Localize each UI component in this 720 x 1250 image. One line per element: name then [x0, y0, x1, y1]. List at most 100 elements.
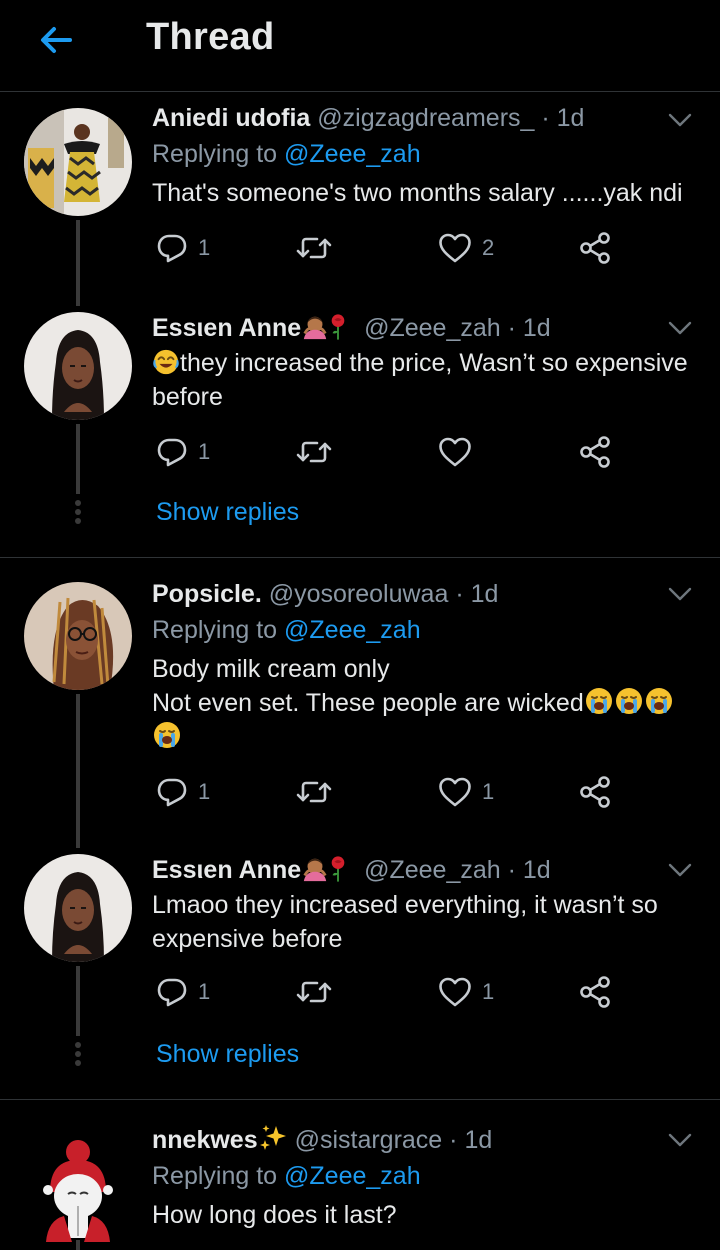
tweet[interactable]: Aniedi udofia @zigzagdreamers_ · 1d Repl…: [0, 100, 720, 306]
person-emoji-icon: [301, 313, 329, 341]
avatar[interactable]: [24, 1134, 132, 1242]
retweet-button[interactable]: [296, 972, 332, 1012]
replying-to: Replying to @Zeee_zah: [152, 612, 421, 648]
retweet-button[interactable]: [296, 432, 332, 472]
show-replies-link[interactable]: Show replies: [156, 1040, 299, 1069]
tweet[interactable]: nnekwes @sistargrace · 1d Replying to @Z…: [0, 1122, 720, 1250]
timestamp[interactable]: 1d: [523, 314, 551, 342]
display-name[interactable]: Essιen Anne: [152, 314, 347, 342]
user-handle[interactable]: @yosoreoluwaa: [269, 580, 449, 608]
replying-to: Replying to @Zeee_zah: [152, 1158, 421, 1194]
user-handle[interactable]: @sistargrace: [295, 1126, 443, 1154]
tweet-header: Essιen Anne @Zeee_zah · 1d: [152, 310, 551, 346]
tweet-actions: 1: [152, 432, 622, 472]
retweet-icon: [296, 776, 332, 808]
like-button[interactable]: 2: [438, 228, 494, 268]
like-button[interactable]: 1: [438, 972, 494, 1012]
retweet-icon: [296, 232, 332, 264]
reply-button[interactable]: 1: [156, 772, 210, 812]
display-name[interactable]: Popsicle.: [152, 580, 262, 608]
heart-icon: [438, 232, 472, 264]
avatar[interactable]: [24, 854, 132, 962]
tweet-text: Body milk cream only Not even set. These…: [152, 652, 697, 754]
separator-dot: ·: [507, 856, 516, 884]
replying-to-label: Replying to: [152, 1162, 278, 1190]
divider: [0, 1099, 720, 1100]
share-button[interactable]: [578, 772, 612, 812]
thread-more-dots: [75, 500, 81, 527]
display-name[interactable]: Essιen Anne: [152, 856, 347, 884]
share-button[interactable]: [578, 972, 612, 1012]
retweet-icon: [296, 436, 332, 468]
timestamp[interactable]: 1d: [557, 104, 585, 132]
separator-dot: ·: [507, 314, 516, 342]
mention-link[interactable]: @Zeee_zah: [284, 140, 421, 168]
share-button[interactable]: [578, 432, 612, 472]
sob-emoji-icon: [644, 686, 674, 716]
separator-dot: ·: [541, 104, 550, 132]
person-emoji-icon: [301, 855, 329, 883]
display-name[interactable]: Aniedi udofia: [152, 104, 310, 132]
reply-icon: [156, 776, 188, 808]
tweet-actions: 1 2: [152, 228, 622, 268]
user-handle[interactable]: @Zeee_zah: [364, 856, 501, 884]
like-count: 1: [482, 979, 495, 1004]
tweet-text: they increased the price, Wasn’t so expe…: [152, 348, 688, 411]
like-count: 1: [482, 779, 495, 804]
avatar[interactable]: [24, 108, 132, 216]
show-replies-link[interactable]: Show replies: [156, 498, 299, 527]
like-button[interactable]: 1: [438, 772, 494, 812]
share-button[interactable]: [578, 228, 612, 268]
avatar[interactable]: [24, 312, 132, 420]
tweet-text: How long does it last?: [152, 1201, 397, 1229]
separator-dot: ·: [449, 1126, 458, 1154]
tweet[interactable]: Essιen Anne @Zeee_zah · 1d they increase…: [0, 310, 720, 550]
reply-button[interactable]: 1: [156, 432, 210, 472]
chevron-down-icon[interactable]: [666, 1126, 694, 1154]
like-button[interactable]: [438, 432, 472, 472]
tweet-header: Essιen Anne @Zeee_zah · 1d: [152, 852, 551, 888]
mention-link[interactable]: @Zeee_zah: [284, 1162, 421, 1190]
retweet-button[interactable]: [296, 772, 332, 812]
heart-icon: [438, 436, 472, 468]
replying-to-label: Replying to: [152, 616, 278, 644]
user-handle[interactable]: @zigzagdreamers_: [317, 104, 534, 132]
reply-button[interactable]: 1: [156, 972, 210, 1012]
timestamp[interactable]: 1d: [464, 1126, 492, 1154]
thread-connector: [76, 694, 80, 848]
tweet[interactable]: Essιen Anne @Zeee_zah · 1d Lmaoo they in…: [0, 852, 720, 1092]
share-icon: [578, 775, 612, 809]
tweet-header: Popsicle. @yosoreoluwaa · 1d: [152, 576, 498, 612]
mention-link[interactable]: @Zeee_zah: [284, 616, 421, 644]
share-icon: [578, 975, 612, 1009]
joy-emoji-icon: [152, 348, 180, 376]
separator-dot: ·: [455, 580, 464, 608]
avatar[interactable]: [24, 582, 132, 690]
chevron-down-icon[interactable]: [666, 580, 694, 608]
user-handle[interactable]: @Zeee_zah: [364, 314, 501, 342]
rose-emoji-icon: [329, 855, 347, 883]
retweet-button[interactable]: [296, 228, 332, 268]
arrow-left-icon: [41, 27, 72, 53]
chevron-down-icon[interactable]: [666, 314, 694, 342]
timestamp[interactable]: 1d: [471, 580, 499, 608]
reply-count: 1: [198, 979, 211, 1004]
page-title: Thread: [146, 16, 275, 58]
top-app-bar: Thread: [0, 0, 720, 92]
display-name[interactable]: nnekwes: [152, 1126, 288, 1154]
chevron-down-icon[interactable]: [666, 106, 694, 134]
share-icon: [578, 231, 612, 265]
chevron-down-icon[interactable]: [666, 856, 694, 884]
like-count: 2: [482, 235, 495, 260]
replying-to: Replying to @Zeee_zah: [152, 136, 421, 172]
thread-connector: [76, 220, 80, 306]
reply-icon: [156, 232, 188, 264]
tweet[interactable]: Popsicle. @yosoreoluwaa · 1d Replying to…: [0, 576, 720, 848]
timestamp[interactable]: 1d: [523, 856, 551, 884]
thread-connector: [76, 1240, 80, 1250]
back-button[interactable]: [34, 18, 78, 62]
tweet-text: That's someone's two months salary .....…: [152, 179, 683, 207]
thread-more-dots: [75, 1042, 81, 1069]
heart-icon: [438, 976, 472, 1008]
reply-button[interactable]: 1: [156, 228, 210, 268]
